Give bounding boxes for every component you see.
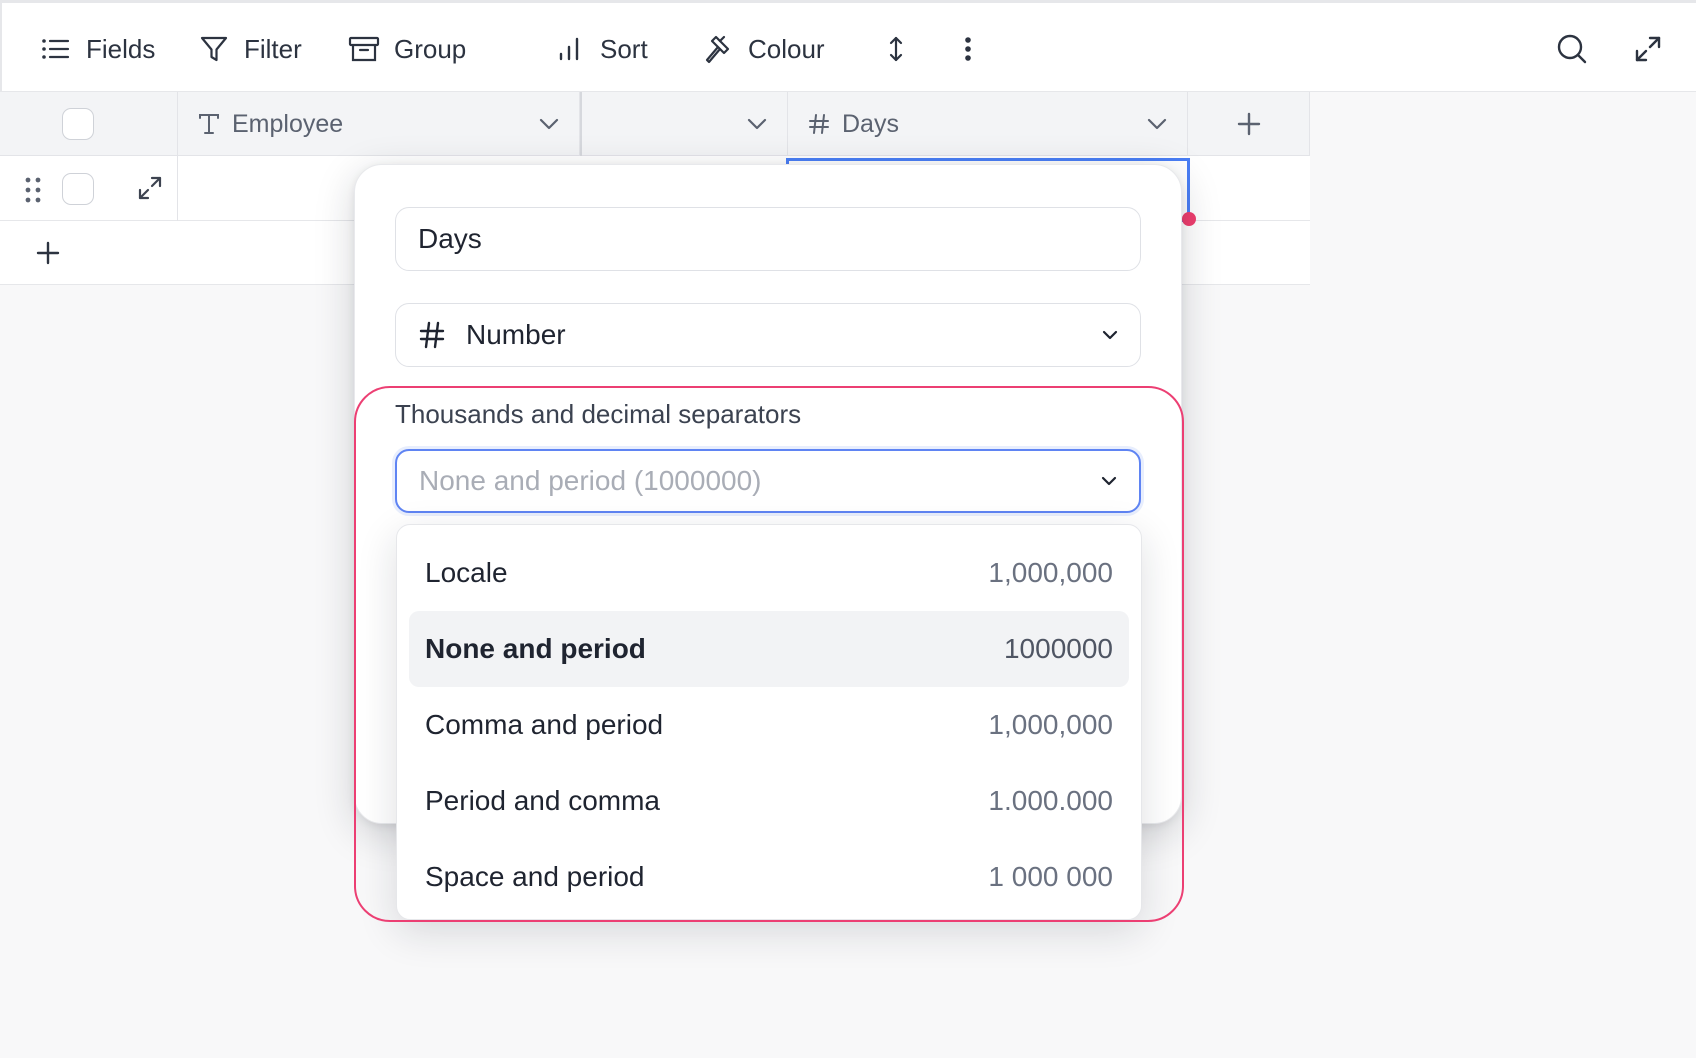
- colour-button[interactable]: Colour: [702, 29, 825, 69]
- chevron-down-icon: [1101, 476, 1117, 486]
- option-example: 1,000,000: [988, 557, 1113, 588]
- select-all-cell: [0, 92, 178, 156]
- add-column-button[interactable]: [1188, 92, 1310, 156]
- option-example: 1000000: [1003, 633, 1113, 664]
- vertical-arrows-icon: [888, 35, 904, 63]
- column-header-days[interactable]: Days: [788, 92, 1188, 156]
- menu-item-comma-and-period[interactable]: Comma and period 1,000,000: [409, 687, 1129, 763]
- paint-brush-icon: [702, 33, 734, 65]
- separator-label: Thousands and decimal separators: [395, 399, 802, 429]
- drag-handle-icon[interactable]: [24, 176, 42, 204]
- separator-dropdown-menu: Locale 1,000,000 None and period 1000000…: [396, 524, 1142, 920]
- toolbar: Fields Filter Group Sort Colour: [0, 0, 1696, 92]
- sort-button[interactable]: Sort: [554, 29, 648, 69]
- option-label: Comma and period: [425, 709, 664, 740]
- menu-item-space-and-period[interactable]: Space and period 1 000 000: [409, 839, 1129, 915]
- chevron-down-icon[interactable]: [747, 118, 767, 130]
- hash-icon: [418, 321, 446, 349]
- field-name-value: Days: [418, 223, 482, 254]
- expand-button[interactable]: [1630, 31, 1666, 67]
- option-label: Space and period: [425, 861, 645, 892]
- chevron-down-icon: [1102, 330, 1118, 340]
- row-height-button[interactable]: [878, 31, 914, 67]
- chevron-down-icon[interactable]: [1147, 118, 1167, 130]
- plus-icon: [1237, 112, 1261, 136]
- fill-handle[interactable]: [1182, 212, 1196, 226]
- list-icon: [40, 33, 72, 65]
- colour-label: Colour: [748, 33, 825, 64]
- select-all-checkbox[interactable]: [62, 108, 94, 140]
- menu-item-locale[interactable]: Locale 1,000,000: [409, 535, 1129, 611]
- fields-label: Fields: [86, 33, 156, 64]
- filter-label: Filter: [244, 33, 302, 64]
- more-options-button[interactable]: [950, 31, 986, 67]
- option-label: Locale: [425, 557, 508, 588]
- plus-icon: [36, 241, 60, 265]
- menu-item-period-and-comma[interactable]: Period and comma 1.000.000: [409, 763, 1129, 839]
- option-label: None and period: [425, 633, 646, 664]
- search-icon: [1556, 33, 1588, 65]
- menu-item-none-and-period[interactable]: None and period 1000000: [409, 611, 1129, 687]
- text-type-icon: [198, 112, 220, 136]
- option-example: 1,000,000: [988, 709, 1113, 740]
- group-button[interactable]: Group: [348, 29, 466, 69]
- chevron-down-icon[interactable]: [539, 118, 559, 130]
- row-checkbox[interactable]: [62, 173, 94, 205]
- hash-icon: [808, 113, 830, 135]
- vertical-dots-icon: [964, 36, 972, 62]
- header-row: Employee Days: [0, 92, 1310, 156]
- column-name-employee: Employee: [232, 109, 344, 138]
- sort-label: Sort: [600, 33, 648, 64]
- field-type-value: Number: [466, 319, 566, 350]
- option-label: Period and comma: [425, 785, 661, 816]
- filter-icon: [198, 33, 230, 65]
- separator-placeholder: None and period (1000000): [419, 465, 762, 496]
- option-example: 1.000.000: [988, 785, 1113, 816]
- search-button[interactable]: [1554, 31, 1590, 67]
- group-label: Group: [394, 33, 467, 64]
- field-type-select[interactable]: Number: [395, 303, 1141, 367]
- option-example: 1 000 000: [988, 861, 1113, 892]
- expand-row-icon[interactable]: [136, 174, 164, 202]
- filter-button[interactable]: Filter: [198, 29, 302, 69]
- archive-box-icon: [348, 33, 380, 65]
- bar-chart-sort-icon: [554, 33, 586, 65]
- row-controls: [0, 156, 178, 221]
- field-name-input[interactable]: Days: [395, 207, 1141, 271]
- column-name-days: Days: [842, 109, 899, 138]
- column-header-employee[interactable]: Employee: [178, 92, 580, 156]
- column-header-unnamed[interactable]: [580, 92, 788, 156]
- separator-select[interactable]: None and period (1000000): [395, 449, 1141, 513]
- fields-button[interactable]: Fields: [40, 29, 155, 69]
- expand-arrows-icon: [1633, 34, 1663, 64]
